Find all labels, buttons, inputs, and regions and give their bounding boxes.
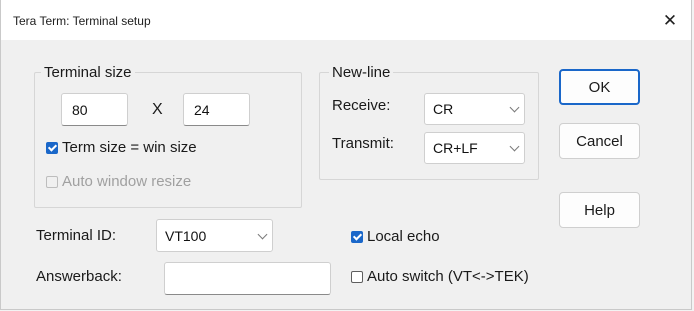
auto-window-resize-label: Auto window resize [62,173,192,190]
answerback-input[interactable] [164,262,331,295]
window-title: Tera Term: Terminal setup [13,14,151,28]
term-size-win-size-checkbox[interactable]: Term size = win size [46,139,197,156]
receive-selected-value: CR [433,101,454,117]
receive-label: Receive: [332,97,391,114]
chevron-down-icon [509,141,520,152]
close-button[interactable]: ✕ [653,6,687,36]
ok-button[interactable]: OK [559,69,640,105]
transmit-selected-value: CR+LF [433,140,478,156]
terminal-id-select[interactable]: VT100 [156,219,273,252]
checkbox-unchecked-icon [46,175,58,188]
size-separator-x: X [152,101,163,118]
chevron-down-icon [509,102,520,113]
auto-switch-label: Auto switch (VT<->TEK) [367,268,529,285]
answerback-label: Answerback: [36,268,122,285]
checkbox-checked-icon [351,230,363,243]
auto-window-resize-checkbox[interactable]: Auto window resize [46,173,191,190]
help-button[interactable]: Help [559,192,640,228]
checkbox-checked-icon [46,141,58,154]
local-echo-label: Local echo [367,228,440,245]
term-size-win-size-label: Term size = win size [62,139,197,156]
page: Tera Term: Terminal setup ✕ Terminal siz… [0,0,694,311]
auto-switch-checkbox[interactable]: Auto switch (VT<->TEK) [351,268,529,285]
close-icon: ✕ [662,11,678,30]
terminal-size-legend: Terminal size [41,64,135,81]
local-echo-checkbox[interactable]: Local echo [351,228,440,245]
terminal-id-selected-value: VT100 [165,227,207,244]
new-line-legend: New-line [329,64,394,81]
terminal-id-label: Terminal ID: [36,227,117,244]
title-bar[interactable]: Tera Term: Terminal setup ✕ [1,0,691,40]
rows-input[interactable]: 24 [183,93,250,126]
receive-select[interactable]: CR [424,93,525,125]
checkbox-unchecked-icon [351,270,363,283]
columns-input[interactable]: 80 [61,93,128,126]
transmit-label: Transmit: [332,135,394,152]
chevron-down-icon [257,229,268,239]
terminal-setup-dialog: Tera Term: Terminal setup ✕ Terminal siz… [0,0,692,310]
cancel-button[interactable]: Cancel [559,123,640,159]
transmit-select[interactable]: CR+LF [424,132,525,164]
